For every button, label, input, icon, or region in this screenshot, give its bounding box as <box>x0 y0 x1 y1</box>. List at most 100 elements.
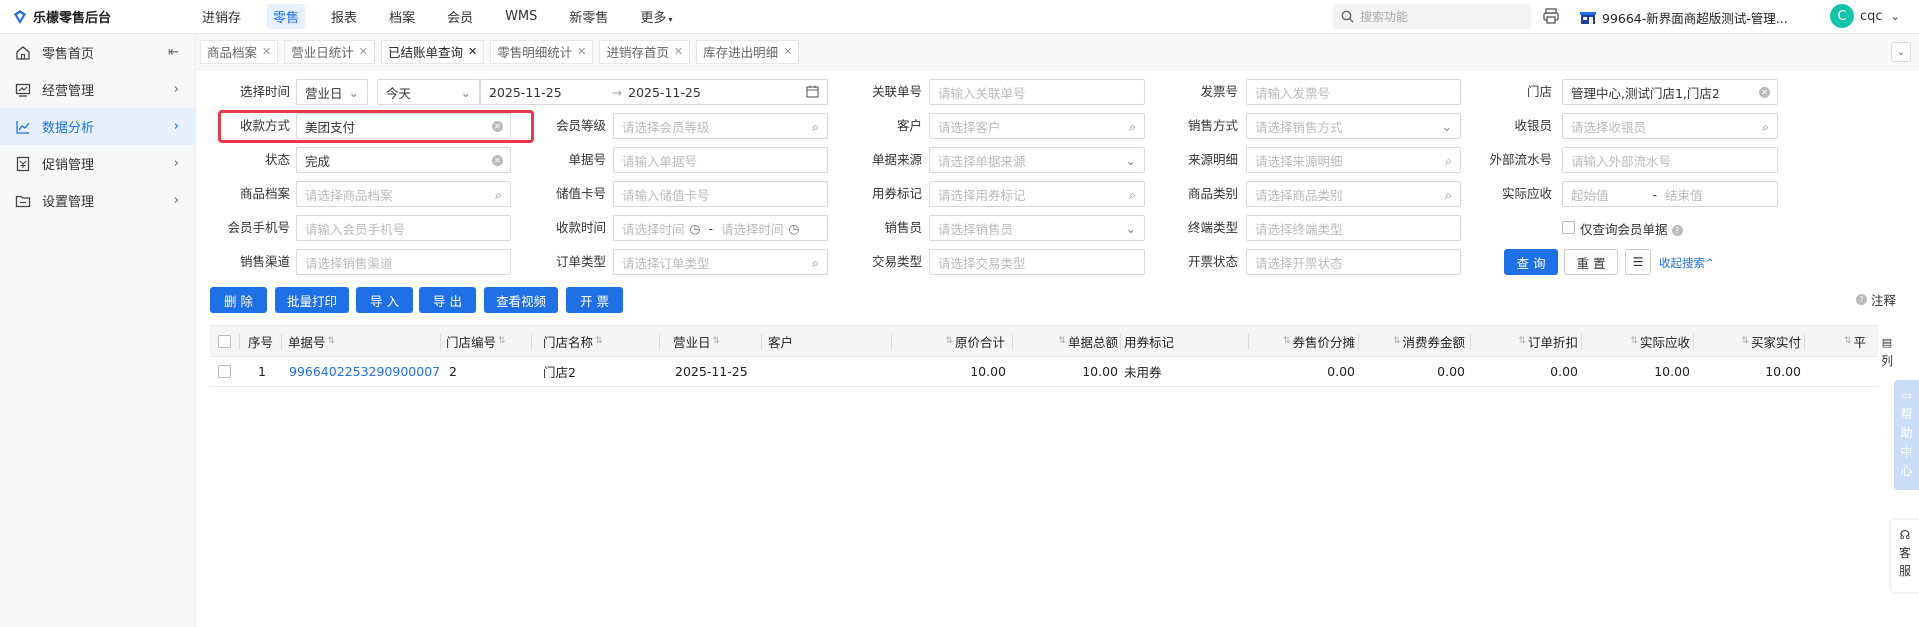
reset-button[interactable]: 重 置 <box>1564 249 1618 275</box>
col-header-coupon-share[interactable]: ⇅ 券售价分摊 <box>1255 326 1355 356</box>
cashier-select[interactable]: 请选择收银员 ⌕ <box>1562 113 1778 139</box>
order-type-select[interactable]: 请选择订单类型 ⌕ <box>613 249 828 275</box>
date-range-picker[interactable]: 2025-11-25 → 2025-11-25 <box>480 79 828 105</box>
member-only-checkbox[interactable] <box>1562 221 1575 234</box>
printer-icon[interactable] <box>1542 7 1560 25</box>
member-level-select[interactable]: 请选择会员等级 ⌕ <box>613 113 828 139</box>
invoice-button[interactable]: 开 票 <box>566 287 623 313</box>
terminal-type-select[interactable]: 请选择终端类型 <box>1246 215 1461 241</box>
batch-print-button[interactable]: 批量打印 <box>275 287 349 313</box>
tab-inventory-home[interactable]: 进销存首页 ✕ <box>599 39 691 64</box>
sales-channel-select[interactable]: 请选择销售渠道 <box>296 249 511 275</box>
close-icon[interactable]: ✕ <box>674 45 683 58</box>
tab-stock-in-out-detail[interactable]: 库存进出明细 ✕ <box>696 39 800 64</box>
invoice-status-select[interactable]: 请选择开票状态 <box>1246 249 1461 275</box>
time-type-select[interactable]: 营业日 ⌄ <box>296 79 368 105</box>
col-header-store-name[interactable]: 门店名称 ⇅ <box>543 326 603 356</box>
doc-no-input[interactable]: 请输入单据号 <box>613 147 828 173</box>
salesperson-select[interactable]: 请选择销售员 ⌄ <box>929 215 1145 241</box>
customer-service-button[interactable]: ☊ 客 服 <box>1891 520 1919 592</box>
col-header-order-discount[interactable]: ⇅ 订单折扣 <box>1475 326 1578 356</box>
receivable-range-input[interactable]: 起始值 - 结束值 <box>1562 181 1778 207</box>
column-settings-button[interactable]: ▤ 列 <box>1880 334 1894 370</box>
tab-product-archive[interactable]: 商品档案 ✕ <box>200 39 279 64</box>
close-icon[interactable]: ✕ <box>783 45 792 58</box>
time-range-select[interactable]: 今天 ⌄ <box>377 79 480 105</box>
coupon-mark-select[interactable]: 请选择用券标记 ⌕ <box>929 181 1145 207</box>
sort-icon[interactable]: ⇅ <box>1844 336 1852 346</box>
member-only-label[interactable]: 仅查询会员单据? <box>1580 219 1683 238</box>
col-header-platform[interactable]: ⇅ 平 <box>1844 326 1866 356</box>
sidebar-item-data-analysis[interactable]: 数据分析 › <box>0 108 195 145</box>
tab-retail-detail-stats[interactable]: 零售明细统计 ✕ <box>490 39 594 64</box>
col-header-buyer-paid[interactable]: ⇅ 买家实付 <box>1698 326 1801 356</box>
status-select[interactable]: 完成 ✕ <box>296 147 511 173</box>
store-select[interactable]: 管理中心,测试门店1,门店2 ✕ <box>1562 79 1778 105</box>
sort-icon[interactable]: ⇅ <box>713 336 721 346</box>
col-header-store-code[interactable]: 门店编号 ⇅ <box>446 326 506 356</box>
view-video-button[interactable]: 查看视频 <box>484 287 558 313</box>
invoice-no-input[interactable]: 请输入发票号 <box>1246 79 1461 105</box>
stored-card-input[interactable]: 请输入储值卡号 <box>613 181 828 207</box>
sale-method-select[interactable]: 请选择销售方式 ⌄ <box>1246 113 1461 139</box>
select-all-checkbox[interactable] <box>218 334 231 348</box>
member-phone-input[interactable]: 请输入会员手机号 <box>296 215 511 241</box>
nav-item-more[interactable]: 更多 ▾ <box>634 4 678 29</box>
sort-icon[interactable]: ⇅ <box>1283 336 1291 346</box>
sort-icon[interactable]: ⇅ <box>1393 336 1401 346</box>
help-center-button[interactable]: ▭ 帮 助 中 心 <box>1894 380 1919 490</box>
user-menu[interactable]: C cqc ⌄ <box>1830 4 1900 28</box>
sort-icon[interactable]: ⇅ <box>1741 336 1749 346</box>
nav-item-reports[interactable]: 报表 <box>325 4 363 29</box>
sort-icon[interactable]: ⇅ <box>1518 336 1526 346</box>
sort-icon[interactable]: ⇅ <box>1058 336 1066 346</box>
sort-icon[interactable]: ⇅ <box>595 336 603 346</box>
filter-settings-button[interactable]: ☰ <box>1625 249 1651 275</box>
row-checkbox[interactable] <box>218 365 231 378</box>
sort-icon[interactable]: ⇅ <box>945 336 953 346</box>
nav-item-archive[interactable]: 档案 <box>383 4 421 29</box>
delete-button[interactable]: 删 除 <box>210 287 267 313</box>
trade-type-select[interactable]: 请选择交易类型 <box>929 249 1145 275</box>
close-icon[interactable]: ✕ <box>577 45 586 58</box>
col-header-original-total[interactable]: ⇅ 原价合计 <box>898 326 1005 356</box>
close-icon[interactable]: ✕ <box>359 45 368 58</box>
related-no-input[interactable]: 请输入关联单号 <box>929 79 1145 105</box>
customer-select[interactable]: 请选择客户 ⌕ <box>929 113 1145 139</box>
function-search-input[interactable]: 搜索功能 <box>1333 4 1531 29</box>
collapse-sidebar-icon[interactable]: ⇤ <box>168 45 179 60</box>
clear-icon[interactable]: ✕ <box>492 155 503 166</box>
col-header-doc-no[interactable]: 单据号 ⇅ <box>288 326 335 356</box>
nav-item-retail[interactable]: 零售 <box>267 4 306 29</box>
sort-icon[interactable]: ⇅ <box>498 336 506 346</box>
current-store-selector[interactable]: 99664-新界面商超版测试-管理... <box>1580 8 1788 27</box>
cell-doc-no-link[interactable]: 9966402253290900007 <box>289 357 440 386</box>
close-icon[interactable]: ✕ <box>262 45 271 58</box>
tab-settled-bill-query[interactable]: 已结账单查询 ✕ <box>380 39 485 64</box>
sidebar-item-retail-home[interactable]: 零售首页 ⇤ <box>0 34 195 71</box>
tab-business-day-stats[interactable]: 营业日统计 ✕ <box>284 39 375 64</box>
collapse-search-link[interactable]: 收起搜索⌃ <box>1659 255 1715 271</box>
clear-icon[interactable]: ✕ <box>1759 87 1770 98</box>
export-button[interactable]: 导 出 <box>419 287 476 313</box>
col-header-voucher-amount[interactable]: ⇅ 消费券金额 <box>1365 326 1465 356</box>
sidebar-item-settings[interactable]: 设置管理 › <box>0 182 195 219</box>
import-button[interactable]: 导 入 <box>356 287 413 313</box>
external-serial-input[interactable]: 请输入外部流水号 <box>1562 147 1778 173</box>
brand[interactable]: 乐檬零售后台 <box>0 7 196 26</box>
col-header-business-day[interactable]: 营业日 ⇅ <box>673 326 720 356</box>
table-row[interactable]: 1 9966402253290900007 2 门店2 2025-11-25 1… <box>210 357 1878 387</box>
tabs-dropdown-button[interactable]: ⌄ <box>1891 42 1911 62</box>
nav-item-member[interactable]: 会员 <box>441 4 479 29</box>
nav-item-wms[interactable]: WMS <box>499 6 543 27</box>
pay-time-range-picker[interactable]: 请选择时间 ◷ - 请选择时间 ◷ <box>613 215 828 241</box>
nav-item-new-retail[interactable]: 新零售 <box>563 4 614 29</box>
sort-icon[interactable]: ⇅ <box>328 336 336 346</box>
doc-source-select[interactable]: 请选择单据来源 ⌄ <box>929 147 1145 173</box>
category-select[interactable]: 请选择商品类别 ⌕ <box>1246 181 1461 207</box>
product-select[interactable]: 请选择商品档案 ⌕ <box>296 181 511 207</box>
sort-icon[interactable]: ⇅ <box>1630 336 1638 346</box>
col-header-actual-receivable[interactable]: ⇅ 实际应收 <box>1587 326 1690 356</box>
sidebar-item-operations[interactable]: 经营管理 › <box>0 71 195 108</box>
nav-item-inventory[interactable]: 进销存 <box>196 4 247 29</box>
